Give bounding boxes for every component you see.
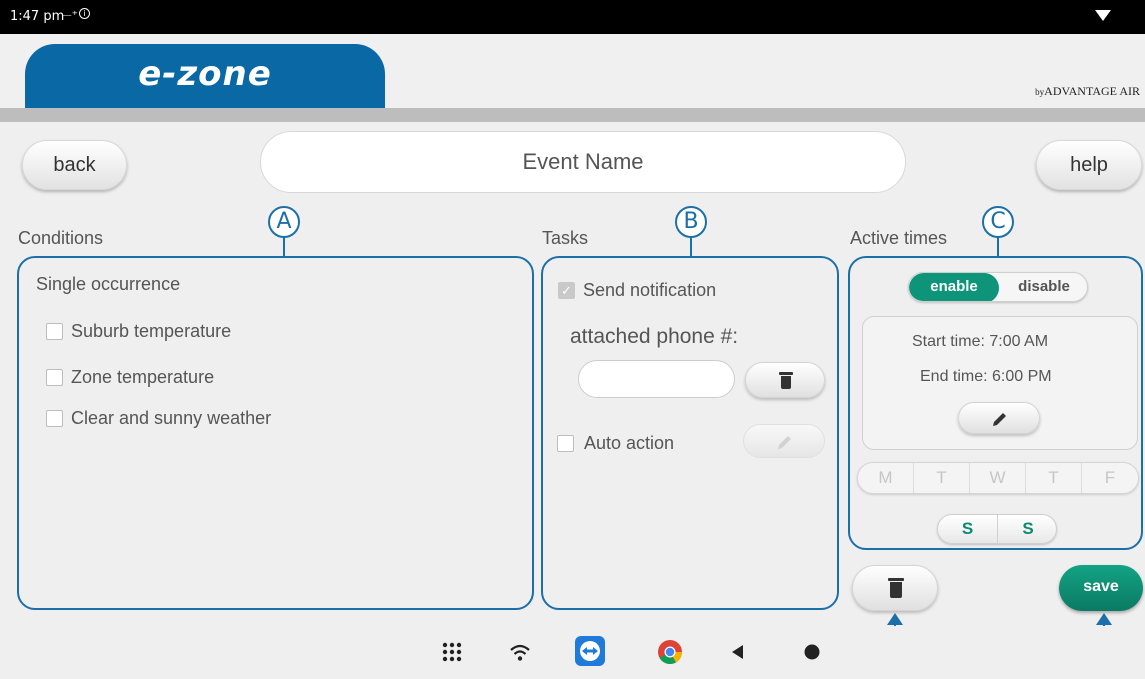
phone-label: attached phone #: (570, 325, 739, 348)
app-header: e-zone byADVANTAGE AIR (0, 34, 1145, 112)
back-button[interactable]: back (22, 140, 127, 190)
help-button[interactable]: help (1036, 140, 1142, 190)
day-sun[interactable]: S (998, 515, 1056, 543)
conditions-panel (17, 256, 534, 610)
auto-action-label: Auto action (584, 433, 675, 453)
start-time: Start time: 7:00 AM (912, 333, 1049, 350)
delete-phone-button[interactable] (745, 362, 825, 398)
app-logo: e-zone (138, 54, 272, 94)
event-name-field[interactable]: Event Name (260, 131, 906, 193)
day-sat[interactable]: S (938, 515, 998, 543)
callout-stem (283, 236, 285, 258)
alarm-icon: ⏤⁺ (62, 8, 78, 22)
weekend-selector[interactable]: S S (937, 514, 1057, 544)
pencil-icon (993, 413, 1006, 426)
wifi-icon (1095, 10, 1111, 21)
teamviewer-icon[interactable] (575, 636, 605, 666)
edit-time-button[interactable] (958, 402, 1040, 434)
callout-stem (690, 236, 692, 258)
day-fri[interactable]: F (1082, 463, 1138, 493)
app-drawer-icon[interactable] (442, 642, 462, 662)
home-nav-icon[interactable] (804, 644, 820, 660)
day-tue[interactable]: T (914, 463, 970, 493)
status-bar: 1:47 pm ⏤⁺ i (0, 0, 1145, 34)
back-nav-icon[interactable] (730, 644, 746, 660)
auto-action-edit-button[interactable] (743, 424, 825, 458)
day-mon[interactable]: M (858, 463, 914, 493)
header-divider (0, 108, 1145, 122)
tasks-title: Tasks (542, 228, 589, 248)
phone-input[interactable] (578, 360, 735, 398)
app-screen: 1:47 pm ⏤⁺ i e-zone byADVANTAGE AIR back… (0, 0, 1145, 679)
auto-action-checkbox[interactable] (557, 435, 574, 452)
enable-toggle[interactable]: enable disable (908, 272, 1088, 302)
chrome-icon[interactable] (657, 639, 683, 665)
send-notification-checkbox[interactable]: ✓ (558, 282, 575, 299)
day-thu[interactable]: T (1026, 463, 1082, 493)
disable-option[interactable]: disable (999, 273, 1087, 301)
send-notification-label: Send notification (583, 280, 717, 300)
trash-icon (888, 578, 904, 598)
enable-option[interactable]: enable (909, 273, 999, 301)
wifi-settings-icon[interactable] (509, 644, 531, 662)
info-icon: i (79, 8, 90, 19)
brand-label: byADVANTAGE AIR (1035, 84, 1140, 99)
condition-label: Zone temperature (71, 367, 215, 387)
conditions-title: Conditions (18, 228, 104, 248)
callout-stem (997, 236, 999, 258)
pencil-icon (778, 436, 791, 449)
delete-event-button[interactable] (852, 565, 938, 611)
brand-name: ADVANTAGE AIR (1044, 84, 1140, 98)
brand-by: by (1035, 87, 1045, 97)
condition-checkbox[interactable] (46, 410, 63, 427)
logo-tab: e-zone (25, 44, 385, 108)
status-time: 1:47 pm (10, 9, 65, 24)
trash-icon (779, 372, 793, 389)
callout-b: B (675, 206, 707, 238)
condition-checkbox[interactable] (46, 323, 63, 340)
condition-checkbox[interactable] (46, 369, 63, 386)
day-wed[interactable]: W (970, 463, 1026, 493)
occurrence-label: Single occurrence (36, 274, 181, 294)
condition-label: Suburb temperature (71, 321, 232, 341)
system-nav-bar (0, 626, 1145, 679)
callout-c: C (982, 206, 1014, 238)
end-time: End time: 6:00 PM (920, 368, 1052, 385)
callout-a: A (268, 206, 300, 238)
save-button[interactable]: save (1059, 565, 1143, 611)
condition-label: Clear and sunny weather (71, 408, 272, 428)
weekday-selector[interactable]: M T W T F (857, 462, 1139, 494)
active-times-title: Active times (850, 228, 948, 248)
